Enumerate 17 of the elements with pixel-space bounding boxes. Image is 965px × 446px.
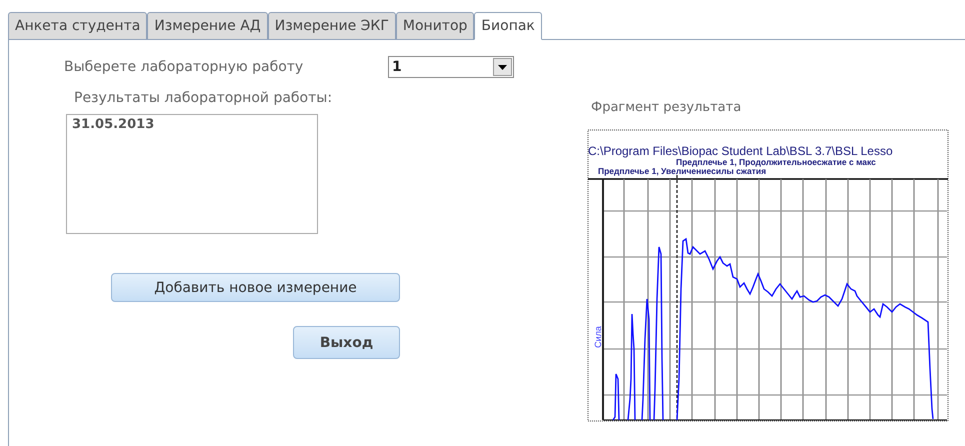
tab[interactable]: Монитор [396,12,474,40]
tab[interactable]: Измерение ЭКГ [268,12,396,40]
marker-label: Предплечье 1, Продолжительноесжатие с макс [676,157,876,167]
axis-label: Сила [592,326,603,348]
tab[interactable]: Биопак [474,12,542,40]
add-measurement-button[interactable]: Добавить новое измерение [111,273,400,302]
fragment-title: Фрагмент результата [591,100,742,115]
marker-label: Предплечье 1, Увеличениесилы сжатия [598,166,766,176]
tab[interactable]: Анкета студента [8,12,148,40]
results-label: Результаты лабораторной работы: [74,90,334,106]
lab-select-dropdown[interactable]: 1 [388,56,514,78]
file-path-text: C:\Program Files\Biopac Student Lab\BSL 3.7\BSL Lesso [588,144,894,158]
result-item[interactable]: 31.05.2013 [72,117,312,132]
results-list[interactable]: 31.05.2013 [66,114,318,234]
exit-button[interactable]: Выход [293,326,400,359]
tab[interactable]: Измерение АД [147,12,268,40]
lab-select-label: Выберете лабораторную работу [64,59,304,75]
